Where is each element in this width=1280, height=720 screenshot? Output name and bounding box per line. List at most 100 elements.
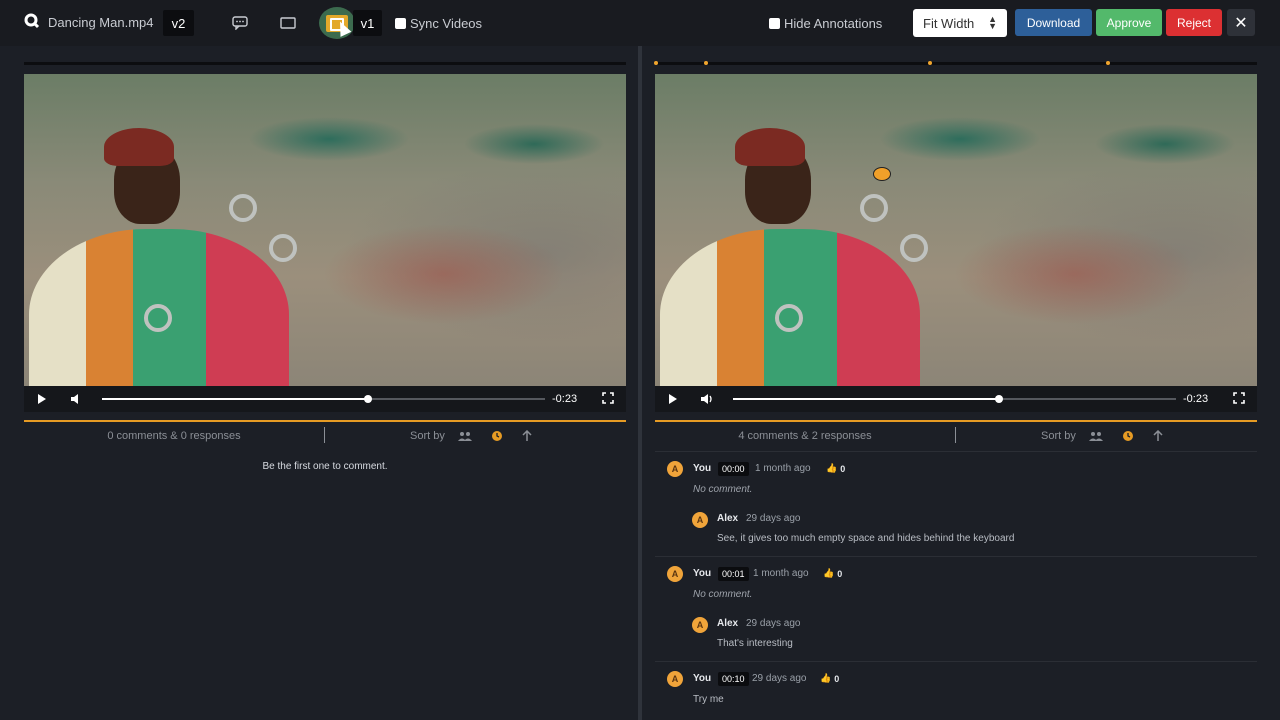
reply-text: That's interesting [717, 638, 793, 649]
close-button[interactable]: ✕ [1227, 9, 1255, 36]
avatar: A [667, 566, 683, 582]
app-logo-icon [24, 13, 40, 29]
cymbal [775, 304, 803, 332]
video-controls: -0:23 [24, 386, 626, 412]
timeline-marker[interactable] [704, 61, 708, 65]
comment-text: Try me [693, 694, 724, 705]
hide-annotations-checkbox[interactable]: Hide Annotations [769, 16, 882, 31]
empty-comments-message: Be the first one to comment. [262, 461, 388, 472]
right-video-panel: -0:23 4 comments & 2 responses Sort by A… [654, 46, 1257, 720]
reply-author: Alex [717, 513, 739, 524]
cymbal [269, 234, 297, 262]
comment-header: 4 comments & 2 responses Sort by [655, 422, 1257, 450]
left-video-panel: -0:23 0 comments & 0 responses Sort by B… [24, 46, 626, 720]
timeline-marker[interactable] [654, 61, 658, 65]
thumbs-up-icon: 👍 [826, 463, 838, 473]
comment-author: You [693, 463, 712, 474]
avatar: A [692, 617, 708, 633]
timeline-marker[interactable] [1106, 61, 1110, 65]
video-frame[interactable] [655, 74, 1257, 386]
left-version-badge[interactable]: v2 [163, 10, 194, 36]
reply-text: See, it gives too much empty space and h… [717, 533, 1015, 544]
sync-videos-checkbox[interactable]: Sync Videos [395, 16, 482, 31]
comment-author: You [693, 568, 712, 579]
avatar: A [667, 671, 683, 687]
comment-header: 0 comments & 0 responses Sort by [24, 422, 626, 450]
cymbal [900, 234, 928, 262]
thumbs-up-icon: 👍 [820, 673, 832, 683]
seek-handle[interactable] [994, 395, 1003, 403]
like-button[interactable]: 👍 0 [823, 568, 842, 579]
sort-label: Sort by [1041, 430, 1076, 442]
comment-text: No comment. [693, 484, 753, 495]
comment-list: A You 00:00 1 month ago 👍 0 No comment. A… [655, 451, 1257, 720]
separator [955, 427, 956, 443]
comment-timestamp[interactable]: 00:10 [718, 672, 749, 686]
hat [735, 128, 805, 166]
comment-count: 4 comments & 2 responses [738, 430, 872, 442]
sort-by-user-icon[interactable] [458, 429, 472, 443]
cymbal [860, 194, 888, 222]
sort-label: Sort by [410, 430, 445, 442]
annotation-timeline[interactable] [24, 62, 626, 65]
right-version-badge[interactable]: v1 [353, 10, 382, 36]
reject-button[interactable]: Reject [1166, 9, 1222, 36]
hide-annotations-label: Hide Annotations [784, 16, 883, 31]
comment-thread: A You 00:10 29 days ago 👍 0 Try me [655, 661, 1257, 720]
comment-date: 1 month ago [755, 463, 811, 474]
single-view-icon[interactable] [277, 12, 299, 34]
avatar: A [692, 512, 708, 528]
comment-count: 0 comments & 0 responses [107, 430, 241, 442]
annotation-comment-icon[interactable] [873, 167, 891, 181]
fullscreen-icon[interactable] [602, 392, 614, 404]
mute-icon[interactable] [69, 392, 83, 406]
comment-thread: A You 00:00 1 month ago 👍 0 No comment. A… [655, 451, 1257, 556]
play-icon[interactable] [667, 393, 679, 405]
sort-by-time-icon[interactable] [490, 429, 504, 443]
sort-direction-icon[interactable] [1151, 429, 1165, 443]
volume-icon[interactable] [700, 392, 714, 406]
comment-text: No comment. [693, 589, 753, 600]
seek-progress [733, 398, 999, 400]
approve-button[interactable]: Approve [1096, 9, 1162, 36]
time-remaining: -0:23 [1183, 393, 1209, 405]
like-button[interactable]: 👍 0 [820, 673, 839, 684]
sort-by-user-icon[interactable] [1089, 429, 1103, 443]
comment-mode-icon[interactable] [229, 12, 251, 34]
download-button[interactable]: Download [1015, 9, 1092, 36]
seek-bar[interactable] [733, 395, 1176, 403]
comment-timestamp[interactable]: 00:01 [718, 567, 749, 581]
hide-checkbox-box[interactable] [769, 18, 780, 29]
like-count: 0 [834, 673, 840, 684]
avatar: A [667, 461, 683, 477]
timeline-marker[interactable] [928, 61, 932, 65]
comment-thread: A You 00:01 1 month ago 👍 0 No comment. A… [655, 556, 1257, 661]
seek-bar[interactable] [102, 395, 545, 403]
file-name: Dancing Man.mp4 [48, 15, 154, 30]
sync-checkbox-box[interactable] [395, 18, 406, 29]
fit-width-select[interactable]: Fit Width ▲ ▼ [913, 9, 1007, 37]
comment-author: You [693, 673, 712, 684]
seek-progress [102, 398, 368, 400]
hat [104, 128, 174, 166]
annotation-timeline[interactable] [654, 61, 1257, 65]
comment-timestamp[interactable]: 00:00 [718, 462, 749, 476]
like-count: 0 [837, 568, 843, 579]
sort-by-time-icon[interactable] [1121, 429, 1135, 443]
play-icon[interactable] [36, 393, 48, 405]
fit-select-value: Fit Width [923, 15, 975, 31]
reply-author: Alex [717, 618, 739, 629]
fullscreen-icon[interactable] [1233, 392, 1245, 404]
select-arrows-icon: ▲ ▼ [988, 14, 997, 31]
comment-date: 1 month ago [753, 568, 809, 579]
cymbal [229, 194, 257, 222]
like-button[interactable]: 👍 0 [826, 463, 845, 474]
sync-videos-label: Sync Videos [410, 16, 483, 31]
video-frame[interactable] [24, 74, 626, 386]
thumbs-up-icon: 👍 [823, 568, 835, 578]
panel-divider[interactable] [638, 46, 642, 720]
top-toolbar: Dancing Man.mp4 v2 v1 Sync Videos Hide A… [0, 0, 1280, 46]
cymbal [144, 304, 172, 332]
seek-handle[interactable] [363, 395, 372, 403]
sort-direction-icon[interactable] [520, 429, 534, 443]
